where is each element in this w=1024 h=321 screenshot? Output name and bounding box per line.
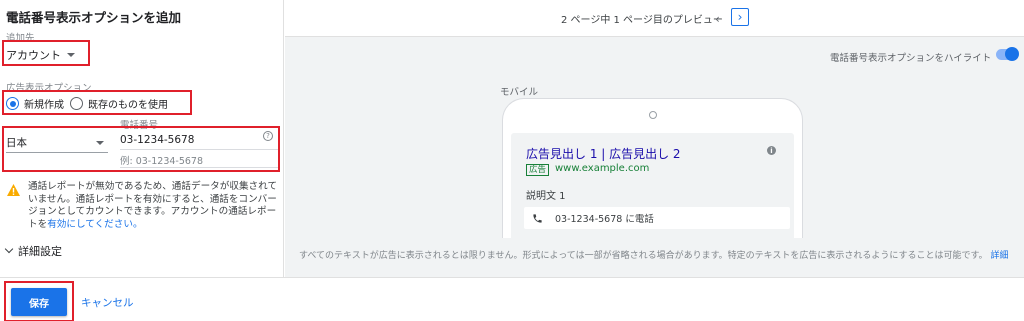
country-select-value: 日本 [6, 137, 27, 149]
radio-new-label: 新規作成 [24, 100, 64, 111]
preview-pager-text: 2 ページ中 1 ページ目のプレビュー [561, 15, 723, 26]
chevron-left-icon[interactable]: ‹ [715, 12, 720, 26]
radio-new-button[interactable] [6, 97, 19, 110]
account-select-value: アカウント [6, 49, 61, 62]
call-reporting-warning: 通話レポートが無効であるため、通話データが収集されていません。通話レポートを有効… [28, 181, 282, 231]
enable-call-reporting-link[interactable]: 有効にしてください。 [47, 219, 142, 230]
save-button[interactable]: 保存 [11, 288, 67, 316]
radio-existing-label: 既存のものを使用 [88, 100, 168, 111]
account-select[interactable]: アカウント [6, 47, 75, 63]
phone-number-input[interactable]: 03-1234-5678 [120, 134, 194, 146]
cancel-button[interactable]: キャンセル [81, 295, 134, 310]
ad-description: 説明文 1 [526, 191, 566, 202]
edit-panel: 電話番号表示オプションを追加 追加先 アカウント 広告表示オプション 新規作成 … [0, 0, 284, 277]
radio-existing[interactable]: 既存のものを使用 [70, 96, 168, 111]
highlight-toggle[interactable] [996, 47, 1019, 61]
preview-header: 2 ページ中 1 ページ目のプレビュー ‹ › [285, 0, 1024, 37]
advanced-settings-toggle[interactable]: 詳細設定 [4, 243, 62, 259]
camera-icon [649, 111, 657, 119]
phone-input-underline [120, 149, 278, 150]
preview-disclaimer: すべてのテキストが広告に表示されるとは限りません。形式によっては一部が省略される… [299, 248, 1009, 261]
country-select[interactable]: 日本 [6, 133, 108, 153]
preview-panel: 2 ページ中 1 ページ目のプレビュー ‹ › 電話番号表示オプションをハイライ… [285, 0, 1024, 277]
panel-title: 電話番号表示オプションを追加 [6, 10, 182, 25]
phone-icon [533, 213, 542, 223]
ad-option-radio-group: 新規作成 既存のものを使用 [6, 96, 174, 111]
dropdown-arrow-icon [67, 53, 75, 57]
phone-example-hint: 例: 03-1234-5678 [120, 156, 204, 167]
action-bar: 保存 キャンセル [0, 277, 1024, 321]
dropdown-arrow-icon [96, 140, 104, 145]
phone-hint-underline [120, 167, 278, 168]
ad-display-url: www.example.com [555, 163, 650, 174]
radio-existing-button[interactable] [70, 97, 83, 110]
help-icon[interactable]: ? [263, 131, 273, 141]
call-extension-text: 03-1234-5678 に電話 [555, 214, 654, 225]
info-icon[interactable]: i [767, 146, 776, 155]
radio-new[interactable]: 新規作成 [6, 96, 64, 111]
mobile-label: モバイル [500, 87, 539, 98]
highlight-toggle-label: 電話番号表示オプションをハイライト [830, 53, 992, 64]
disclaimer-details-link[interactable]: 詳細 [990, 251, 1008, 261]
chevron-right-icon[interactable]: › [731, 8, 749, 26]
ad-headline[interactable]: 広告見出し 1 | 広告見出し 2 [526, 145, 681, 162]
disclaimer-text: すべてのテキストが広告に表示されるとは限りません。形式によっては一部が省略される… [299, 251, 988, 261]
ad-preview-card: 広告見出し 1 | 広告見出し 2 i 広告 www.example.com 説… [511, 133, 794, 243]
advanced-settings-label: 詳細設定 [18, 245, 62, 258]
chevron-down-icon [4, 244, 14, 254]
ad-badge: 広告 [526, 164, 550, 176]
mobile-device-frame: 広告見出し 1 | 広告見出し 2 i 広告 www.example.com 説… [502, 98, 803, 243]
call-extension-row[interactable]: 03-1234-5678 に電話 [524, 207, 790, 229]
warning-icon [7, 184, 20, 196]
